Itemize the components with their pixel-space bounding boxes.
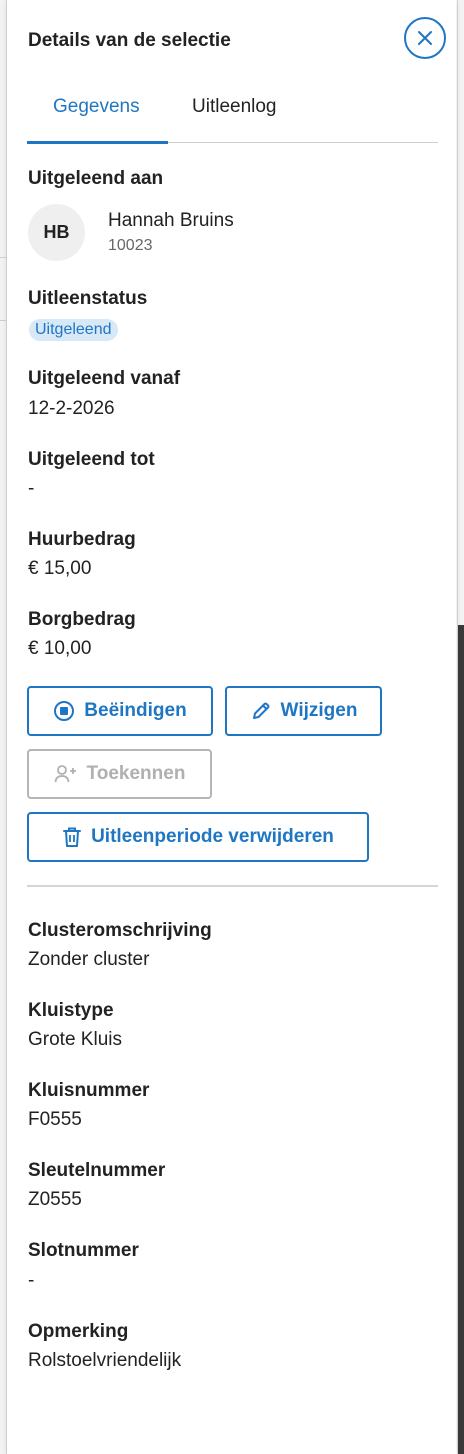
remark-value: Rolstoelvriendelijk xyxy=(28,1350,182,1371)
deposit-value: € 10,00 xyxy=(28,638,92,659)
assign-label: Toekennen xyxy=(86,763,186,784)
loan-until-value: - xyxy=(28,478,35,499)
delete-loan-period-button[interactable]: Uitleenperiode verwijderen xyxy=(27,812,369,862)
active-tab-indicator xyxy=(27,141,168,144)
end-loan-label: Beëindigen xyxy=(84,700,187,721)
cluster-label: Clusteromschrijving xyxy=(28,920,212,941)
edit-button[interactable]: Wijzigen xyxy=(225,686,382,736)
stop-circle-icon xyxy=(54,701,75,721)
tab-bar: Gegevens Uitleenlog xyxy=(27,86,438,144)
rent-value: € 15,00 xyxy=(28,558,92,579)
cluster-value: Zonder cluster xyxy=(28,949,150,970)
add-user-icon xyxy=(54,765,76,783)
assign-button[interactable]: Toekennen xyxy=(27,749,212,799)
loan-until-label: Uitgeleend tot xyxy=(28,449,155,470)
close-button[interactable] xyxy=(404,17,446,59)
locker-type-value: Grote Kluis xyxy=(28,1029,122,1050)
key-number-label: Sleutelnummer xyxy=(28,1160,166,1181)
borrower-label: Uitgeleend aan xyxy=(28,168,164,189)
loan-from-value: 12-2-2026 xyxy=(28,398,115,419)
selection-details-panel: Details van de selectie Gegevens Uitleen… xyxy=(7,0,456,1454)
rent-label: Huurbedrag xyxy=(28,529,136,550)
status-badge: Uitgeleend xyxy=(29,319,118,341)
panel-title: Details van de selectie xyxy=(28,30,231,51)
loan-from-label: Uitgeleend vanaf xyxy=(28,368,181,389)
status-label: Uitleenstatus xyxy=(28,288,148,309)
lock-number-label: Slotnummer xyxy=(28,1240,139,1261)
background-overlay xyxy=(458,625,464,1454)
trash-icon xyxy=(63,827,82,847)
tab-gegevens[interactable]: Gegevens xyxy=(53,96,140,118)
pencil-icon xyxy=(252,702,270,719)
avatar: HB xyxy=(28,204,85,261)
locker-number-value: F0555 xyxy=(28,1109,82,1130)
locker-number-label: Kluisnummer xyxy=(28,1080,150,1101)
end-loan-button[interactable]: Beëindigen xyxy=(27,686,213,736)
lock-number-value: - xyxy=(28,1270,35,1291)
deposit-label: Borgbedrag xyxy=(28,609,136,630)
section-divider xyxy=(27,885,438,887)
edit-label: Wijzigen xyxy=(280,700,358,721)
locker-type-label: Kluistype xyxy=(28,1000,114,1021)
key-number-value: Z0555 xyxy=(28,1189,82,1210)
borrower-name: Hannah Bruins xyxy=(108,210,234,231)
close-icon xyxy=(418,31,432,45)
background-app-right xyxy=(457,0,464,1454)
borrower-id: 10023 xyxy=(108,237,153,254)
background-app-left xyxy=(0,0,7,1454)
background-divider xyxy=(0,320,6,321)
tab-uitleenlog[interactable]: Uitleenlog xyxy=(192,96,277,118)
remark-label: Opmerking xyxy=(28,1321,129,1342)
delete-loan-period-label: Uitleenperiode verwijderen xyxy=(91,826,334,847)
background-divider xyxy=(0,257,6,258)
